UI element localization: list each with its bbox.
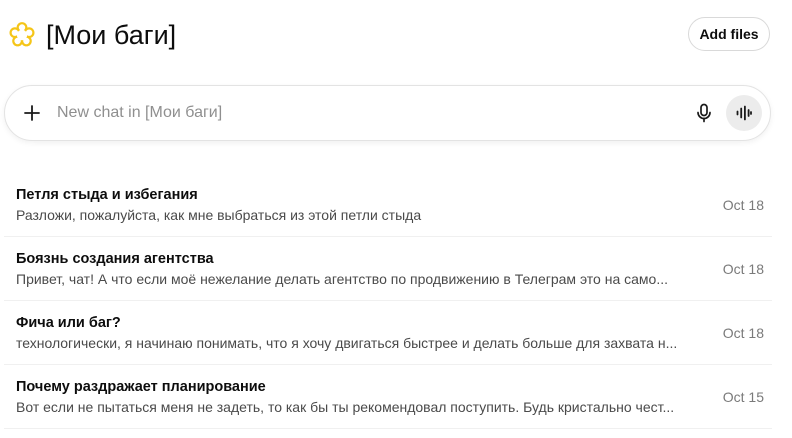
- project-header: [Мои баги] Add files: [0, 0, 792, 72]
- new-chat-composer: [4, 85, 771, 141]
- voice-mode-icon[interactable]: [726, 95, 762, 131]
- microphone-icon[interactable]: [693, 102, 715, 124]
- chat-preview: технологически, я начинаю понимать, что …: [16, 335, 678, 351]
- chat-list-item[interactable]: Почему раздражает планирование Вот если …: [4, 365, 772, 429]
- chat-preview: Разложи, пожалуйста, как мне выбраться и…: [16, 207, 422, 223]
- plus-icon[interactable]: [21, 102, 43, 124]
- chat-list-item[interactable]: Петля стыда и избегания Разложи, пожалуй…: [4, 173, 772, 237]
- chat-list: Петля стыда и избегания Разложи, пожалуй…: [4, 173, 772, 429]
- chat-date: Oct 18: [722, 261, 764, 277]
- chat-title: Петля стыда и избегания: [16, 187, 198, 203]
- chat-date: Oct 15: [722, 389, 764, 405]
- flower-icon: [8, 21, 36, 49]
- chat-preview: Вот если не пытаться меня не задеть, то …: [16, 399, 675, 415]
- chat-list-item[interactable]: Фича или баг? технологически, я начинаю …: [4, 301, 772, 365]
- chat-title: Фича или баг?: [16, 315, 121, 331]
- chat-list-item[interactable]: Боязнь создания агентства Привет, чат! А…: [4, 237, 772, 301]
- chat-title: Почему раздражает планирование: [16, 379, 266, 395]
- chat-date: Oct 18: [722, 197, 764, 213]
- new-chat-input[interactable]: [57, 100, 677, 126]
- chat-preview: Привет, чат! А что если моё нежелание де…: [16, 271, 668, 287]
- chat-date: Oct 18: [722, 325, 764, 341]
- add-files-button[interactable]: Add files: [688, 17, 770, 51]
- page-title: [Мои баги]: [46, 20, 177, 50]
- chat-title: Боязнь создания агентства: [16, 251, 214, 267]
